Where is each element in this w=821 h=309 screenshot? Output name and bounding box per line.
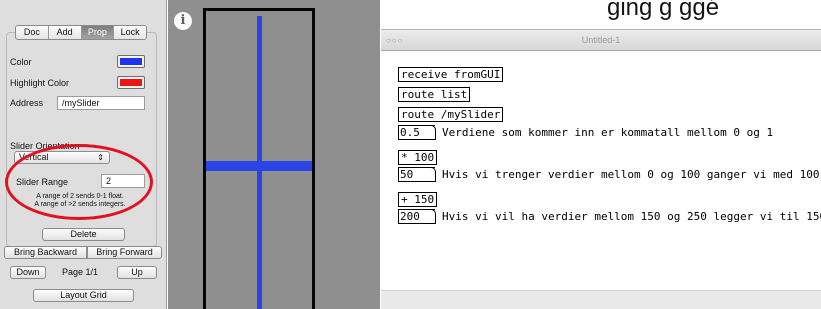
background-window-strip: ging g ggé bbox=[381, 0, 821, 29]
comment-float-range: Verdiene som kommer inn er kommatall mel… bbox=[442, 126, 774, 139]
screenshot: Doc Add Prop Lock Color Highlight Color … bbox=[0, 0, 821, 309]
slider-range-input[interactable]: 2 bbox=[101, 174, 145, 188]
page-indicator: Page 1/1 bbox=[62, 267, 99, 277]
comment-add: Hvis vi vil ha verdier mellom 150 og 250… bbox=[442, 210, 821, 223]
inspector-panel: Doc Add Prop Lock Color Highlight Color … bbox=[0, 0, 167, 309]
window-titlebar: ○○○ Untitled-1 bbox=[381, 29, 821, 51]
range-note-1: A range of 2 sends 0-1 float. bbox=[36, 193, 124, 200]
bring-backward-button[interactable]: Bring Backward bbox=[4, 246, 87, 259]
tab-lock[interactable]: Lock bbox=[114, 26, 146, 39]
gui-canvas: i bbox=[168, 0, 380, 309]
slider-orientation-label: Slider Orientation bbox=[10, 141, 80, 151]
tab-prop[interactable]: Prop bbox=[81, 26, 115, 39]
range-note-2: A range of >2 sends integers. bbox=[34, 201, 126, 208]
route-list-object[interactable]: route list bbox=[398, 87, 471, 102]
bring-forward-button[interactable]: Bring Forward bbox=[87, 246, 162, 259]
inspector-tabs: Doc Add Prop Lock bbox=[15, 25, 147, 40]
highlight-color-swatch[interactable] bbox=[117, 76, 145, 89]
select-arrows-icon: ⇕ bbox=[97, 153, 104, 162]
number-atom[interactable]: 200 bbox=[398, 209, 436, 224]
background-window-bottom bbox=[381, 290, 821, 309]
tab-doc[interactable]: Doc bbox=[16, 26, 49, 39]
route-slider-object[interactable]: route /mySlider bbox=[398, 107, 504, 122]
color-label: Color bbox=[10, 57, 32, 67]
info-icon[interactable]: i bbox=[174, 12, 192, 30]
tab-add[interactable]: Add bbox=[49, 26, 82, 39]
comment-multiply: Hvis vi trenger verdier mellom 0 og 100 … bbox=[442, 168, 820, 181]
address-input[interactable]: /mySlider bbox=[57, 96, 145, 110]
delete-button[interactable]: Delete bbox=[42, 228, 125, 241]
highlight-color-swatch-fill bbox=[120, 79, 142, 86]
page-down-button[interactable]: Down bbox=[10, 266, 46, 279]
number-atom[interactable]: 0.5 bbox=[398, 125, 436, 140]
page-up-button[interactable]: Up bbox=[117, 266, 157, 279]
vertical-slider[interactable] bbox=[203, 8, 315, 309]
receive-object[interactable]: receive fromGUI bbox=[398, 67, 504, 82]
slider-handle[interactable] bbox=[206, 161, 312, 171]
slider-range-label: Slider Range bbox=[16, 177, 69, 187]
color-swatch[interactable] bbox=[117, 55, 145, 68]
layout-grid-button[interactable]: Layout Grid bbox=[33, 289, 134, 302]
multiply-object[interactable]: * 100 bbox=[398, 150, 438, 165]
address-label: Address bbox=[10, 98, 44, 108]
number-atom[interactable]: 50 bbox=[398, 167, 436, 182]
highlight-color-label: Highlight Color bbox=[10, 78, 70, 88]
orientation-value: Vertical bbox=[19, 152, 49, 162]
patch-window: ging g ggé ○○○ Untitled-1 receive fromGU… bbox=[381, 0, 821, 309]
add-object[interactable]: + 150 bbox=[398, 192, 438, 207]
color-swatch-fill bbox=[120, 58, 142, 65]
orientation-select[interactable]: Vertical ⇕ bbox=[14, 151, 110, 164]
background-window-text: ging g ggé bbox=[607, 0, 720, 21]
window-title: Untitled-1 bbox=[581, 35, 621, 45]
